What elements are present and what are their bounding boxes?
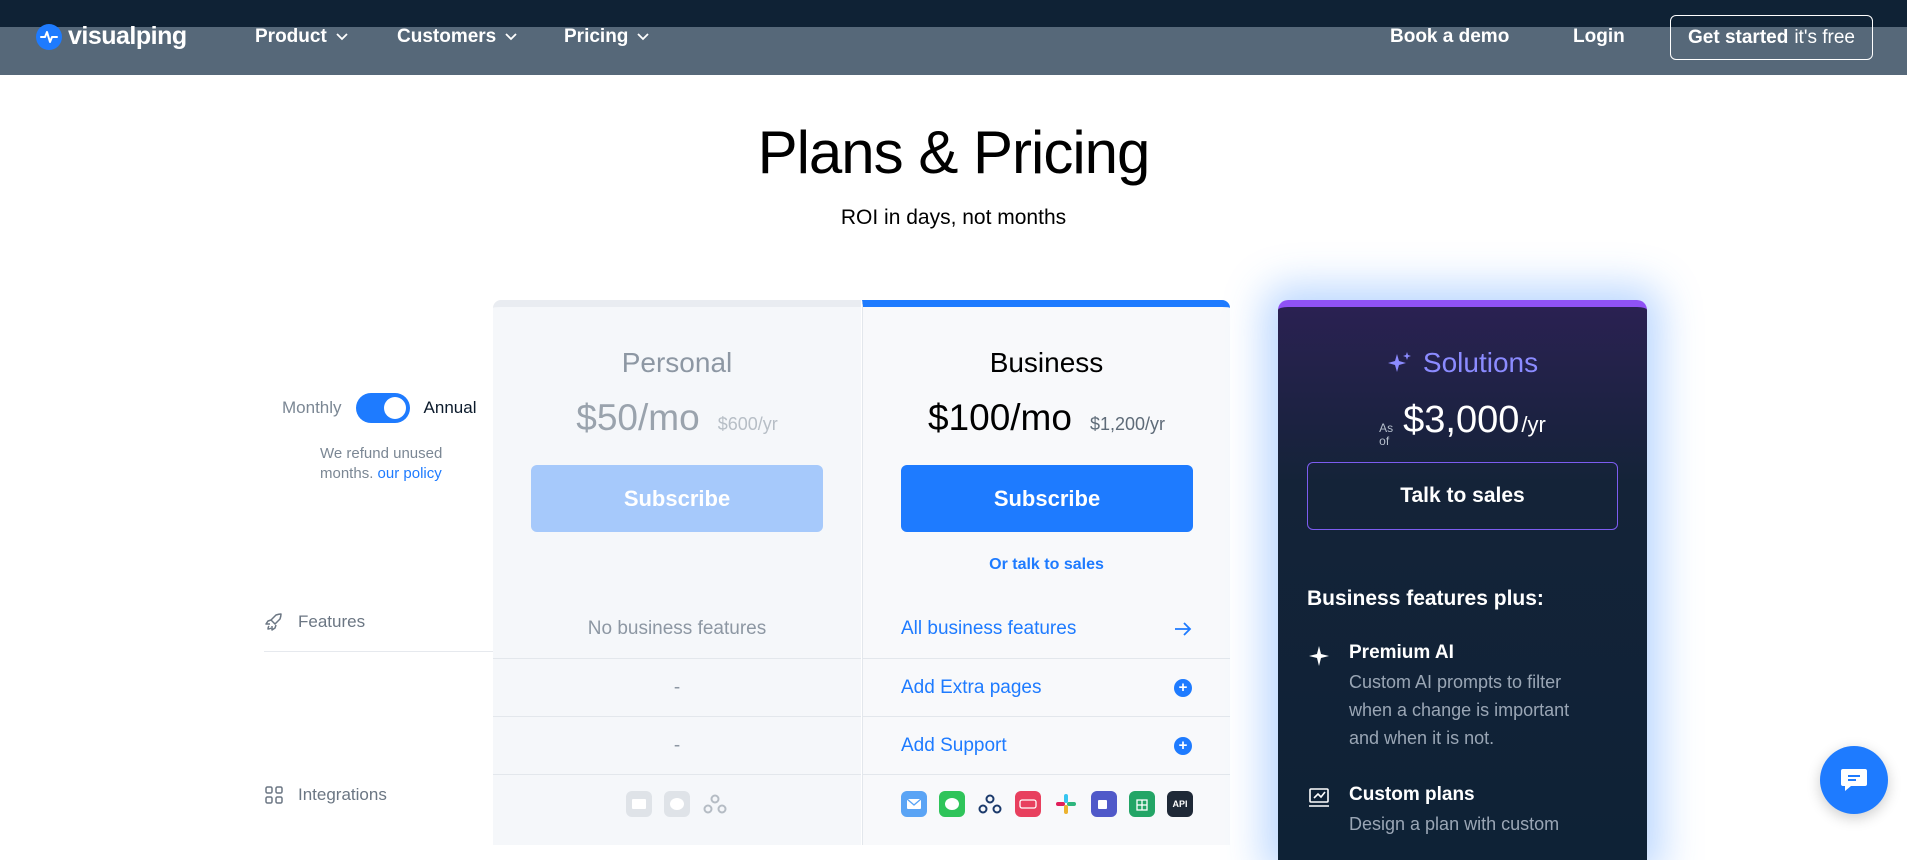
chevron-down-icon	[637, 33, 650, 41]
extra-pages-cell: -	[493, 658, 861, 716]
toggle-knob	[383, 397, 406, 419]
support-cell: -	[493, 716, 861, 774]
arrow-right-icon	[1175, 622, 1192, 636]
plan-name: Solutions	[1422, 347, 1539, 378]
nav-item-customers[interactable]: Customers	[397, 26, 518, 48]
feature-title: Premium AI	[1349, 642, 1454, 663]
support-label: Add Support	[901, 734, 1007, 756]
feature-description: Design a plan with custom	[1349, 814, 1560, 834]
rocket-icon	[265, 613, 282, 631]
book-demo-link[interactable]: Book a demo	[1390, 26, 1509, 48]
chat-widget-button[interactable]	[1820, 746, 1888, 814]
google-sheets-icon	[1129, 790, 1155, 817]
page-title: Plans & Pricing	[757, 119, 1151, 186]
plan-price: $100/mo	[927, 397, 1072, 438]
feature-premium-ai: Premium AI Custom AI prompts to filter w…	[1307, 642, 1589, 752]
plan-price-row: $50/mo $600/yr	[493, 397, 861, 439]
all-business-features-link[interactable]: All business features	[863, 600, 1230, 658]
features-label: Features	[298, 612, 366, 631]
chevron-down-icon	[505, 33, 517, 41]
api-icon: API	[1167, 790, 1193, 817]
login-link[interactable]: Login	[1573, 26, 1625, 48]
sparkle-icon	[1387, 352, 1411, 372]
features-row-label: Features	[264, 612, 365, 632]
chat-icon	[1841, 769, 1867, 791]
sparkle-icon	[1309, 646, 1329, 666]
teams-icon	[1091, 790, 1117, 817]
nav-item-label: Pricing	[564, 26, 629, 47]
email-icon	[626, 790, 652, 817]
top-navigation: visualping Product Customers Pricing Boo…	[0, 0, 1907, 75]
add-support-row[interactable]: Add Support +	[863, 716, 1230, 774]
webhook-icon	[702, 791, 728, 817]
sms-icon	[939, 790, 965, 817]
plan-card-solutions: Solutions As of $3,000 /yr Talk to sales…	[1278, 300, 1647, 860]
integration-icons	[626, 790, 728, 817]
feature-title: Custom plans	[1349, 784, 1475, 805]
refund-note: We refund unused months. our policy	[320, 444, 460, 484]
zapier-icon	[1015, 790, 1041, 817]
nav-item-product[interactable]: Product	[255, 26, 349, 48]
presentation-chart-icon	[1309, 788, 1329, 807]
subscribe-button-personal[interactable]: Subscribe	[531, 465, 823, 532]
integrations-cell	[493, 774, 861, 832]
webhook-icon	[977, 791, 1003, 817]
talk-to-sales-link[interactable]: Or talk to sales	[863, 556, 1230, 574]
annual-label[interactable]: Annual	[424, 398, 477, 418]
integrations-row-label: Integrations	[264, 785, 387, 805]
nav-item-label: Customers	[397, 26, 497, 47]
visualping-logo[interactable]: visualping	[36, 22, 187, 51]
chat-bubble-icon	[664, 790, 690, 817]
features-divider	[264, 651, 494, 652]
plus-icon[interactable]: +	[1174, 678, 1192, 697]
talk-to-sales-button[interactable]: Talk to sales	[1307, 462, 1618, 530]
page-subtitle: ROI in days, not months	[840, 206, 1067, 229]
email-icon	[901, 790, 927, 817]
feature-description: Custom AI prompts to filter when a chang…	[1349, 672, 1570, 748]
billing-toggle[interactable]	[355, 393, 410, 423]
plan-price: $3,000	[1403, 399, 1520, 441]
plan-price-yearly: $600/yr	[717, 414, 778, 434]
grid-icon	[265, 786, 283, 804]
chevron-down-icon	[336, 33, 348, 41]
features-cell-label: All business features	[901, 618, 1077, 639]
get-started-sub: it's free	[1794, 26, 1855, 48]
nav-top-strip	[0, 0, 1907, 27]
plan-price-yearly: $1,200/yr	[1089, 414, 1166, 434]
policy-link[interactable]: our policy	[378, 465, 442, 482]
billing-toggle-row: Monthly Annual	[282, 393, 476, 423]
integrations-cell: API	[863, 774, 1230, 832]
plan-card-business: Business $100/mo $1,200/yr Subscribe Or …	[862, 300, 1230, 845]
slack-icon	[1053, 791, 1079, 817]
business-plus-heading: Business features plus:	[1307, 587, 1544, 610]
plan-price-row: $100/mo $1,200/yr	[863, 397, 1230, 439]
plan-price: $50/mo	[576, 397, 700, 438]
get-started-label: Get started	[1688, 26, 1789, 48]
nav-item-label: Product	[255, 26, 327, 47]
monthly-label[interactable]: Monthly	[282, 398, 342, 418]
logo-text: visualping	[68, 22, 187, 50]
plan-card-personal: Personal $50/mo $600/yr Subscribe No bus…	[493, 300, 861, 845]
extra-pages-label: Add Extra pages	[901, 676, 1042, 698]
plus-icon[interactable]: +	[1174, 736, 1192, 755]
feature-custom-plans: Custom plans Design a plan with custom	[1307, 784, 1589, 838]
subscribe-button-business[interactable]: Subscribe	[901, 465, 1193, 532]
nav-item-pricing[interactable]: Pricing	[564, 26, 650, 48]
plan-name: Business	[989, 347, 1104, 378]
as-of-label: As of	[1379, 421, 1394, 448]
integration-icons: API	[901, 790, 1193, 817]
add-extra-pages-row[interactable]: Add Extra pages +	[863, 658, 1230, 716]
get-started-button[interactable]: Get started it's free	[1670, 15, 1873, 60]
pulse-icon	[36, 23, 62, 50]
plan-name-row: Solutions	[1278, 347, 1647, 379]
plan-price-row: As of $3,000 /yr	[1278, 399, 1647, 448]
features-cell: No business features	[587, 618, 767, 639]
integrations-label: Integrations	[298, 785, 387, 804]
plan-name: Personal	[621, 347, 733, 378]
plan-price-period: /yr	[1521, 412, 1546, 437]
